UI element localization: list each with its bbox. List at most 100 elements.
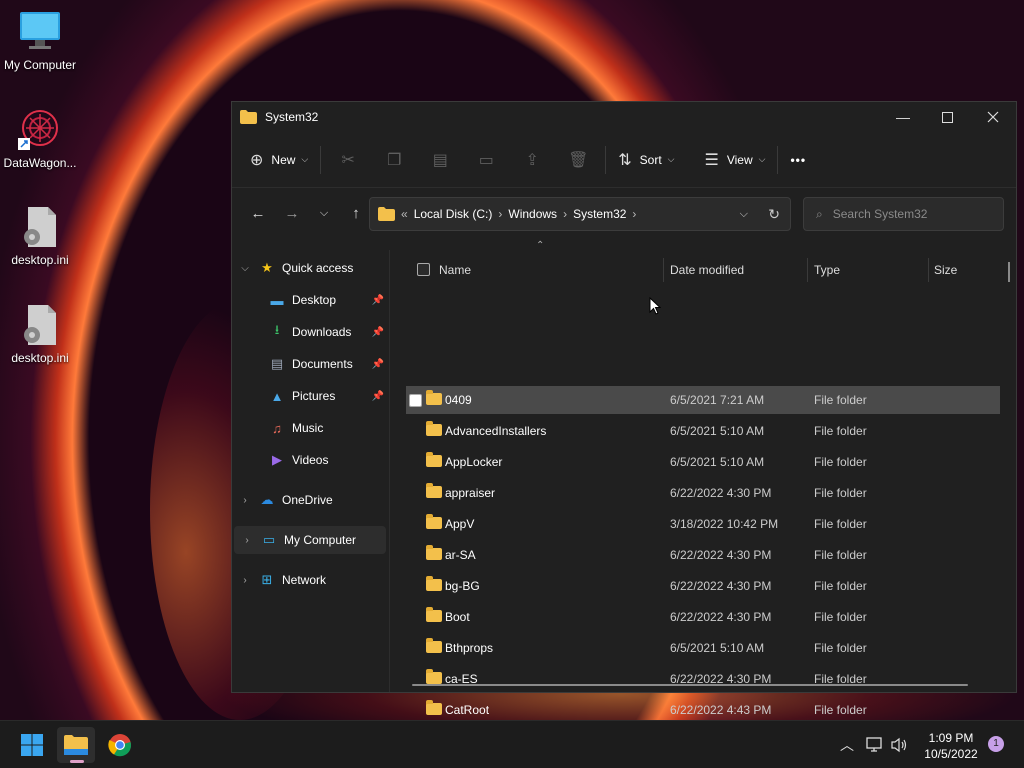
cut-button[interactable]: ✂: [325, 144, 371, 176]
table-row[interactable]: Bthprops 6/5/2021 5:10 AM File folder: [406, 634, 1000, 662]
sidebar-item-music[interactable]: ♫ Music: [232, 414, 390, 442]
desktop-icon-my-computer[interactable]: My Computer: [0, 10, 80, 72]
delete-button[interactable]: 🗑: [555, 144, 601, 176]
mouse-cursor-icon: [649, 297, 661, 315]
folder-icon: [426, 669, 442, 684]
horizontal-scrollbar[interactable]: [412, 684, 968, 686]
search-input[interactable]: ⌕ Search System32: [803, 197, 1004, 231]
music-icon: ♫: [272, 420, 282, 436]
sidebar-item-documents[interactable]: ▤ Documents 📌: [232, 350, 390, 378]
maximize-button[interactable]: [924, 102, 970, 132]
address-history-dropdown[interactable]: ⌵: [740, 208, 748, 221]
sidebar-item-pictures[interactable]: ▲ Pictures 📌: [232, 382, 390, 410]
table-row[interactable]: bg-BG 6/22/2022 4:30 PM File folder: [406, 572, 1000, 600]
breadcrumb-local-disk[interactable]: Local Disk (C:): [414, 207, 493, 221]
column-header-type[interactable]: Type: [814, 250, 840, 290]
close-button[interactable]: [970, 102, 1016, 132]
file-explorer-taskbar-button[interactable]: [57, 727, 95, 763]
sidebar-item-onedrive[interactable]: › ☁ OneDrive: [232, 486, 390, 514]
datawagon-shortcut-icon: [18, 108, 62, 152]
sort-button[interactable]: ⇅ Sort ⌵: [610, 144, 682, 176]
file-date-modified: 3/18/2022 10:42 PM: [670, 517, 779, 531]
window-title: System32: [265, 110, 319, 124]
table-row[interactable]: AdvancedInstallers 6/5/2021 5:10 AM File f…: [406, 417, 1000, 445]
sidebar-item-downloads[interactable]: ⭳ Downloads 📌: [232, 318, 390, 346]
clock[interactable]: 1:09 PM 10/5/2022: [918, 730, 984, 762]
column-header-size[interactable]: Size: [934, 250, 957, 290]
recent-locations-button[interactable]: ⌵: [308, 197, 340, 229]
select-all-checkbox[interactable]: [417, 263, 430, 276]
pictures-icon: ▲: [270, 388, 284, 404]
sidebar-item-desktop[interactable]: ▬ Desktop 📌: [232, 286, 390, 314]
breadcrumb-system32[interactable]: System32: [573, 207, 626, 221]
network-icon: [866, 737, 882, 752]
paste-button[interactable]: ▤: [417, 144, 463, 176]
chevron-up-icon: ︿: [840, 737, 854, 753]
network-status-button[interactable]: [866, 721, 884, 768]
new-button[interactable]: ⊕ New ⌵: [242, 144, 316, 176]
table-row[interactable]: Boot 6/22/2022 4:30 PM File folder: [406, 603, 1000, 631]
pin-icon[interactable]: 📌: [372, 295, 384, 306]
rename-button[interactable]: ▭: [463, 144, 509, 176]
column-header-name[interactable]: Name: [439, 250, 471, 290]
chevron-right-icon: ›: [498, 207, 503, 221]
table-row[interactable]: ca-ES 6/22/2022 4:30 PM File folder: [406, 665, 1000, 693]
file-type: File folder: [814, 424, 867, 438]
column-divider[interactable]: [807, 258, 808, 282]
table-row[interactable]: ar-SA 6/22/2022 4:30 PM File folder: [406, 541, 1000, 569]
pin-icon[interactable]: 📌: [372, 359, 384, 370]
more-options-button[interactable]: •••: [782, 144, 814, 176]
pin-icon[interactable]: 📌: [372, 327, 384, 338]
sidebar-item-quick-access[interactable]: ⌵ ★ Quick access: [232, 254, 390, 282]
show-hidden-icons-button[interactable]: ︿: [840, 721, 854, 768]
sidebar-item-network[interactable]: › ⊞ Network: [232, 566, 390, 594]
forward-button[interactable]: →: [276, 197, 308, 229]
up-button[interactable]: ↑: [340, 197, 372, 229]
desktop-icon-desktop-ini[interactable]: desktop.ini: [0, 205, 80, 267]
table-row[interactable]: appraiser 6/22/2022 4:30 PM File folder: [406, 479, 1000, 507]
table-row[interactable]: 0409 6/5/2021 7:21 AM File folder: [406, 386, 1000, 414]
desktop-icon: ▬: [270, 292, 284, 308]
address-bar[interactable]: « Local Disk (C:) › Windows › System32 ›…: [369, 197, 791, 231]
file-name: AppV: [445, 517, 475, 531]
table-row[interactable]: AppV 3/18/2022 10:42 PM File folder: [406, 510, 1000, 538]
refresh-icon[interactable]: ↻: [768, 206, 780, 223]
folder-icon: [426, 421, 442, 436]
back-button[interactable]: ←: [242, 197, 274, 229]
chevron-down-icon: ⌵: [241, 262, 249, 274]
folder-icon: [426, 452, 442, 467]
vertical-scrollbar[interactable]: [1008, 262, 1010, 282]
file-explorer-window: System32 — ⊕ New ⌵ ✂ ❐ ▤ ▭ ⇪ 🗑 ⇅ Sort ⌵ …: [231, 101, 1017, 768]
table-row[interactable]: AppLocker 6/5/2021 5:10 AM File folder: [406, 448, 1000, 476]
start-button[interactable]: [13, 727, 51, 763]
chevron-right-icon: ›: [563, 207, 568, 221]
minimize-button[interactable]: —: [880, 102, 926, 132]
row-checkbox[interactable]: [409, 394, 422, 407]
active-indicator: [70, 760, 84, 763]
desktop-icon-desktop-ini[interactable]: desktop.ini: [0, 303, 80, 365]
folder-icon: [378, 207, 395, 221]
view-button[interactable]: ☰ View ⌵: [697, 144, 774, 176]
share-button[interactable]: ⇪: [509, 144, 555, 176]
volume-button[interactable]: [891, 721, 909, 768]
pin-icon[interactable]: 📌: [372, 391, 384, 402]
sort-ascending-icon: ⌃: [536, 240, 545, 251]
column-divider[interactable]: [928, 258, 929, 282]
desktop-icon-datawagon[interactable]: DataWagon...: [0, 108, 80, 170]
sidebar-item-my-computer[interactable]: › ▭ My Computer: [234, 526, 386, 554]
chrome-taskbar-button[interactable]: [101, 727, 139, 763]
breadcrumb-overflow[interactable]: «: [401, 207, 408, 221]
download-icon: ⭳: [274, 322, 280, 337]
plus-circle-icon: ⊕: [250, 151, 264, 169]
column-divider[interactable]: [663, 258, 664, 282]
sidebar-item-videos[interactable]: ▶ Videos: [232, 446, 390, 474]
folder-icon: [426, 390, 442, 405]
file-explorer-icon: [64, 735, 88, 755]
notification-badge[interactable]: 1: [988, 736, 1004, 752]
divider: [777, 145, 779, 174]
column-header-date[interactable]: Date modified: [670, 250, 744, 290]
file-name: ar-SA: [445, 548, 476, 562]
trash-icon: 🗑: [568, 151, 589, 169]
copy-button[interactable]: ❐: [371, 144, 417, 176]
breadcrumb-windows[interactable]: Windows: [508, 207, 557, 221]
